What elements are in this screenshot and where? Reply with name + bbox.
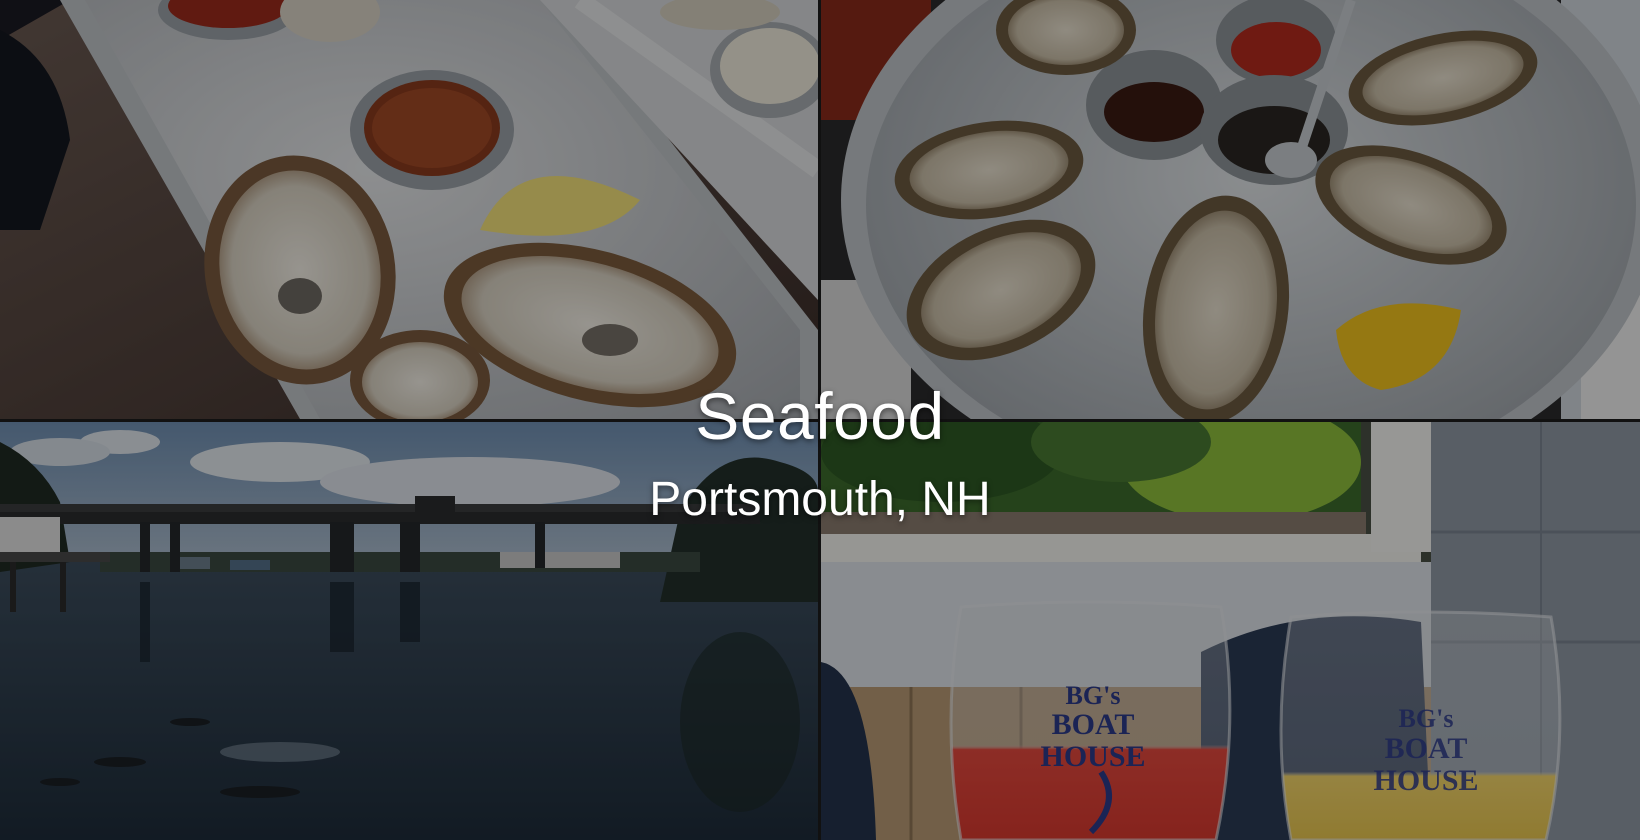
glass2-print-line1: BG's [1399, 704, 1454, 733]
glass-print-line1: BG's [1066, 681, 1121, 710]
photo-collage: BG's BOAT HOUSE BG's BOAT HOUSE Seafood … [0, 0, 1640, 840]
oysters-platter-image [821, 0, 1640, 419]
location-subtitle: Portsmouth, NH [649, 473, 991, 526]
glass2-print-line3: HOUSE [1373, 764, 1478, 797]
glass-print-line3: HOUSE [1040, 740, 1145, 773]
oysters-platter-photo [821, 0, 1640, 419]
oysters-tray-image [0, 0, 818, 419]
glass2-print-line2: BOAT [1385, 732, 1468, 765]
oysters-tray-photo [0, 0, 818, 419]
glass-print-line2: BOAT [1052, 708, 1135, 741]
page-title: Seafood [695, 379, 945, 453]
